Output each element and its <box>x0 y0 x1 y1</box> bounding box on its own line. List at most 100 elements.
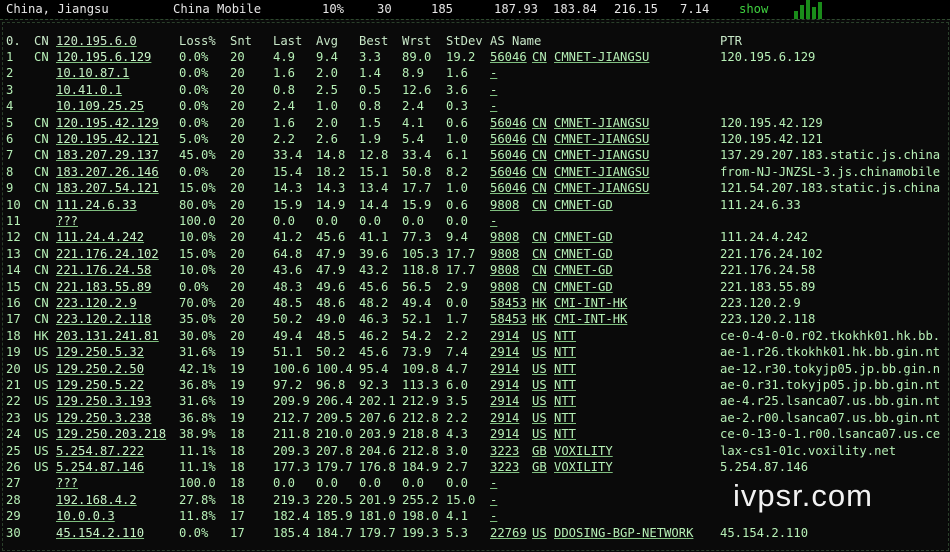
loss-cell: 0.0% <box>179 164 209 179</box>
stdev-cell: 8.2 <box>446 164 469 179</box>
stdev-cell: 15.0 <box>446 492 476 507</box>
hops-summary: 185 <box>431 2 454 16</box>
table-row: 14 CN 221.176.24.58 10.0% 20 43.6 47.9 43.2 118.… <box>0 263 950 279</box>
as-country-cell: CN <box>532 181 547 196</box>
ptr-cell: 120.195.6.129 <box>720 50 816 64</box>
as-name-cell: - <box>490 492 498 507</box>
stdev-cell: 1.0 <box>446 132 469 146</box>
asn-cell: 56046 <box>490 181 527 196</box>
value-4: 7.14 <box>680 2 710 16</box>
best-cell: 201.9 <box>359 492 396 507</box>
country-cell: US <box>34 410 49 425</box>
wrst-cell: 0.0 <box>402 214 425 228</box>
as-name-cell: VOXILITY <box>554 460 613 474</box>
stdev-cell: 3.5 <box>446 394 469 409</box>
wrst-cell: 54.2 <box>402 328 432 343</box>
ptr-cell: ae-4.r25.lsanca07.us.bb.gin.nt <box>720 394 941 409</box>
as-name-cell: NTT <box>554 427 577 442</box>
watermark-logo: ivpsr.com <box>733 478 873 513</box>
wrst-cell: 212.9 <box>402 394 439 409</box>
as-name-cell: CMNET-JIANGSU <box>554 132 650 146</box>
header-loss: Loss% <box>179 34 216 48</box>
hop-cell: 29 <box>6 509 21 524</box>
as-name-cell: - <box>490 82 498 97</box>
header-as-name: AS Name <box>490 34 542 48</box>
as-name-cell: NTT <box>554 361 577 376</box>
table-row: 12 CN 111.24.4.242 10.0% 20 41.2 45.6 41.1 77.3 9… <box>0 230 950 246</box>
avg-cell: 2.5 <box>316 82 339 97</box>
asn-cell: 9808 <box>490 279 520 294</box>
loss-cell: 70.0% <box>179 296 216 310</box>
loss-cell: 11.8% <box>179 509 216 524</box>
as-country-cell: CN <box>532 230 547 245</box>
last-cell: 50.2 <box>273 312 303 327</box>
host-cell: 45.154.2.110 <box>56 525 145 540</box>
last-cell: 0.0 <box>273 214 296 228</box>
wrst-cell: 212.8 <box>402 410 439 425</box>
hop-cell: 6 <box>6 132 14 146</box>
hop-cell: 1 <box>6 50 14 64</box>
isp-label: China Mobile <box>173 2 262 16</box>
loss-cell: 80.0% <box>179 197 216 212</box>
table-row: 10 CN 111.24.6.33 80.0% 20 15.9 14.9 14.4 15.9 0.… <box>0 198 950 214</box>
as-name-cell: CMNET-GD <box>554 197 613 212</box>
as-country-cell: GB <box>532 460 547 474</box>
wrst-cell: 218.8 <box>402 427 439 442</box>
wrst-cell: 105.3 <box>402 246 439 261</box>
value-3: 216.15 <box>614 2 659 16</box>
avg-cell: 45.6 <box>316 230 346 245</box>
best-cell: 39.6 <box>359 246 389 261</box>
show-link[interactable]: show <box>739 2 768 16</box>
country-cell: US <box>34 460 49 474</box>
best-cell: 203.9 <box>359 427 396 442</box>
host-cell: ??? <box>56 214 79 228</box>
avg-cell: 0.0 <box>316 476 339 491</box>
host-cell: 183.207.26.146 <box>56 164 159 179</box>
best-cell: 45.6 <box>359 345 389 360</box>
last-cell: 0.0 <box>273 476 296 491</box>
as-name-cell: NTT <box>554 378 577 392</box>
stdev-cell: 3.6 <box>446 82 469 97</box>
ptr-cell: 120.195.42.121 <box>720 132 823 146</box>
header-snt: Snt <box>230 34 253 48</box>
wrst-cell: 8.9 <box>402 66 425 81</box>
table-row: 1 CN 120.195.6.129 0.0% 20 4.9 9.4 3.3 89.0 19.2 5… <box>0 50 950 66</box>
asn-cell: 9808 <box>490 197 520 212</box>
as-country-cell: US <box>532 378 547 392</box>
header-wrst: Wrst <box>402 34 432 48</box>
country-cell: CN <box>34 296 49 310</box>
avg-cell: 9.4 <box>316 50 339 64</box>
as-country-cell: US <box>532 361 547 376</box>
last-cell: 97.2 <box>273 378 303 392</box>
best-cell: 1.4 <box>359 66 382 81</box>
host-cell: 120.195.42.121 <box>56 132 159 146</box>
asn-cell: 9808 <box>490 246 520 261</box>
last-cell: 51.1 <box>273 345 303 360</box>
snt-cell: 17 <box>230 525 245 540</box>
wrst-cell: 0.0 <box>402 476 425 491</box>
avg-cell: 48.6 <box>316 296 346 310</box>
wrst-cell: 17.7 <box>402 181 432 196</box>
snt-cell: 18 <box>230 443 245 458</box>
avg-cell: 49.0 <box>316 312 346 327</box>
country-cell: CN <box>34 115 49 130</box>
avg-cell: 2.6 <box>316 132 339 146</box>
snt-cell: 20 <box>230 181 245 196</box>
loss-cell: 31.6% <box>179 394 216 409</box>
stdev-cell: 17.7 <box>446 246 476 261</box>
ptr-cell: from-NJ-JNZSL-3.js.chinamobile <box>720 164 941 179</box>
avg-cell: 14.3 <box>316 181 346 196</box>
avg-cell: 18.2 <box>316 164 346 179</box>
best-cell: 179.7 <box>359 525 396 540</box>
best-cell: 176.8 <box>359 460 396 474</box>
host-cell: 120.195.42.129 <box>56 115 159 130</box>
snt-cell: 20 <box>230 164 245 179</box>
host-cell: 183.207.29.137 <box>56 148 159 163</box>
hop-cell: 5 <box>6 115 14 130</box>
avg-cell: 0.0 <box>316 214 339 228</box>
hop-cell: 21 <box>6 378 21 392</box>
last-cell: 4.9 <box>273 50 296 64</box>
ptr-cell: 120.195.42.129 <box>720 115 823 130</box>
host-cell: 111.24.6.33 <box>56 197 137 212</box>
loss-cell: 31.6% <box>179 345 216 360</box>
